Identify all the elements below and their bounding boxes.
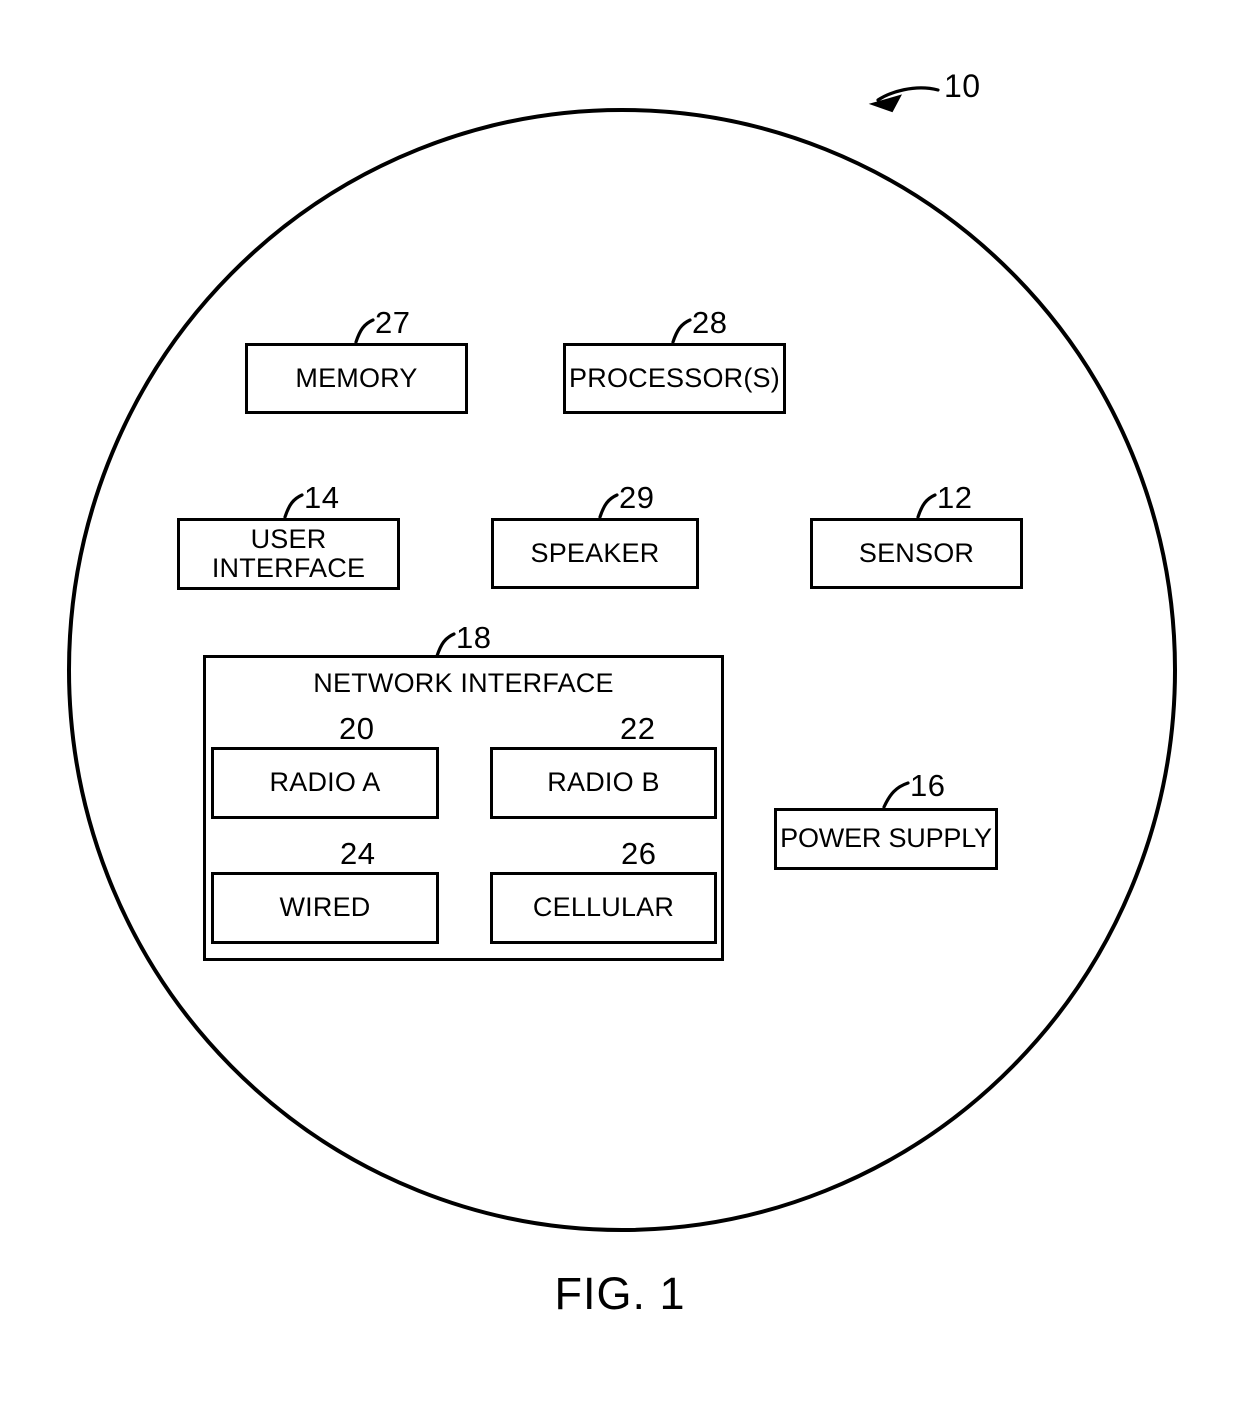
reference-numeral-29: 29 [619, 480, 655, 515]
block-processors-label: PROCESSOR(S) [569, 362, 780, 393]
reference-numeral-10: 10 [944, 68, 981, 104]
reference-numeral-16: 16 [910, 768, 946, 803]
ref-14-leader [283, 493, 304, 519]
reference-numeral-28: 28 [692, 305, 728, 340]
figure-caption: FIG. 1 [554, 1268, 686, 1319]
ref-27-leader [354, 318, 375, 344]
reference-numeral-24: 24 [340, 836, 376, 871]
block-network-interface-label: NETWORK INTERFACE [313, 668, 614, 698]
block-processors[interactable]: PROCESSOR(S) [563, 343, 786, 414]
block-wired-label: WIRED [279, 892, 371, 923]
reference-numeral-26: 26 [621, 836, 657, 871]
block-cellular[interactable]: CELLULAR [490, 872, 717, 944]
block-sensor[interactable]: SENSOR [810, 518, 1023, 589]
block-speaker[interactable]: SPEAKER [491, 518, 699, 589]
block-wired[interactable]: WIRED [211, 872, 439, 944]
block-radio-a[interactable]: RADIO A [211, 747, 439, 819]
ref-10-leader-arrow [868, 86, 940, 113]
reference-numeral-12: 12 [937, 480, 973, 515]
block-power-supply[interactable]: POWER SUPPLY [774, 808, 998, 870]
block-radio-a-label: RADIO A [269, 767, 381, 798]
reference-numeral-27: 27 [375, 305, 411, 340]
block-memory-label: MEMORY [295, 362, 418, 393]
block-user-interface[interactable]: USER INTERFACE [177, 518, 400, 590]
ref-29-leader [598, 493, 619, 519]
reference-numeral-18: 18 [456, 620, 492, 655]
reference-numeral-20: 20 [339, 711, 375, 746]
ref-28-leader [671, 318, 692, 344]
block-sensor-label: SENSOR [858, 537, 975, 568]
block-radio-b-label: RADIO B [547, 767, 660, 798]
ref-12-leader [916, 493, 937, 519]
block-memory[interactable]: MEMORY [245, 343, 468, 414]
block-power-supply-label: POWER SUPPLY [780, 823, 992, 854]
block-radio-b[interactable]: RADIO B [490, 747, 717, 819]
block-cellular-label: CELLULAR [532, 892, 675, 923]
reference-numeral-14: 14 [304, 480, 340, 515]
block-user-interface-label: USER INTERFACE [211, 523, 366, 583]
ref-18-leader [435, 632, 456, 658]
reference-numeral-22: 22 [620, 711, 656, 746]
patent-figure: MEMORY PROCESSOR(S) USER INTERFACE SPEAK… [0, 0, 1240, 1415]
block-speaker-label: SPEAKER [530, 537, 660, 568]
ref-16-leader [882, 781, 910, 809]
